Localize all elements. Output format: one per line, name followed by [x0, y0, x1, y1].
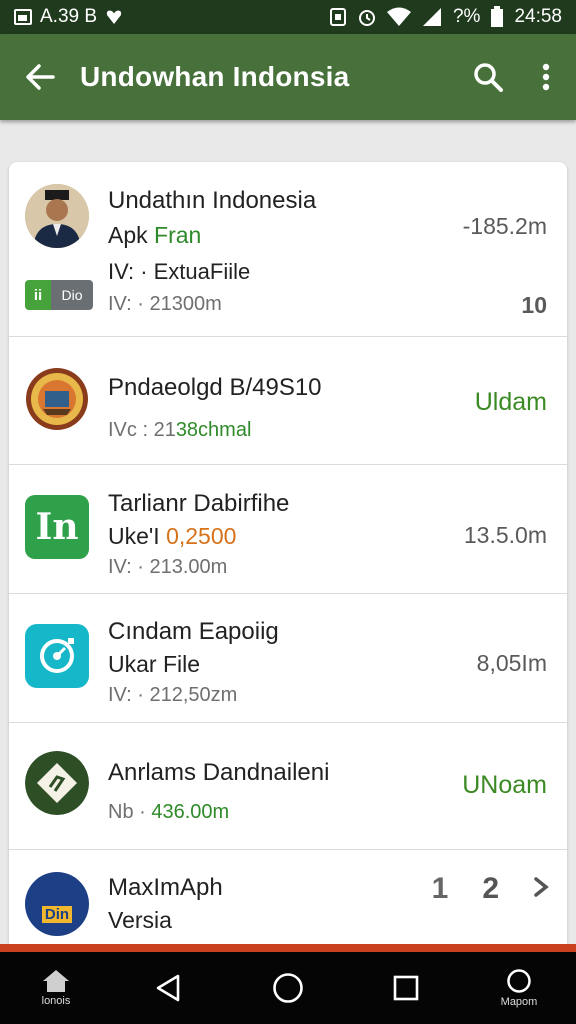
item-title: Undathın Indonesia	[108, 187, 317, 214]
back-nav-button[interactable]	[147, 952, 189, 1024]
scroll-edge	[0, 944, 576, 952]
item-badge: ii Dio	[25, 280, 93, 310]
circle-account-icon	[507, 969, 531, 993]
home-nav-button[interactable]	[266, 952, 310, 1024]
item-size: 8,05Im	[476, 650, 547, 676]
search-button[interactable]	[460, 34, 516, 120]
item-subtitle-a: Apk	[108, 222, 155, 248]
search-icon	[474, 63, 503, 92]
status-bar: A.39 B ?% 24:58	[0, 0, 576, 34]
list-item[interactable]: Pndaeolgd B/49S10 IVc : 2138chmal Uldam	[9, 337, 567, 465]
item-meta-b: 38chmal	[175, 419, 252, 441]
item-meta: IV: · 212,50zm	[108, 684, 238, 706]
item-count: 10	[521, 292, 547, 318]
app-bar: Undowhan Indonsia	[0, 34, 576, 120]
more-options-button[interactable]	[516, 34, 576, 120]
item-status: UNoam	[462, 771, 547, 799]
item-title: Pndaeolgd B/49S10	[108, 374, 322, 401]
more-vert-icon	[542, 63, 550, 91]
square-recents-icon	[393, 975, 419, 1001]
item-meta-a: Nb ·	[108, 801, 146, 823]
sim-icon	[329, 8, 346, 26]
item-meta: IVc : 2138chmal	[108, 419, 251, 442]
seal-emblem-icon	[25, 367, 89, 431]
status-left: A.39 B	[14, 6, 123, 28]
item-subtitle: Apk Fran	[108, 222, 201, 249]
book-app-icon-text: Din	[41, 906, 73, 923]
person-avatar-icon	[25, 184, 89, 248]
item-subtitle-b: 0,2500	[166, 523, 237, 549]
arrow-left-icon	[26, 64, 55, 90]
item-status: Uldam	[474, 388, 547, 416]
diamond-leaf-icon	[25, 751, 89, 815]
nav-left-button[interactable]: lonois	[30, 952, 82, 1024]
page-title: Undowhan Indonsia	[80, 61, 350, 92]
battery-percent: ?%	[452, 6, 481, 27]
pager: 1 2	[432, 872, 549, 906]
item-title: Cındam Eapoiig	[108, 618, 279, 645]
signal-icon	[422, 8, 441, 26]
status-left-text: A.39 B	[40, 6, 98, 27]
item-size: -185.2m	[462, 213, 547, 239]
item-subtitle: Uke'I 0,2500	[108, 523, 236, 550]
item-meta-a: IVc : 21	[108, 419, 176, 441]
results-card: Undathın Indonesia Apk Fran IV: · ExtuaF…	[9, 162, 567, 962]
heart-notification-icon	[106, 10, 122, 24]
nav-left-label: lonois	[41, 995, 71, 1007]
item-subtitle: Ukar File	[108, 651, 201, 677]
item-subtitle: Versia	[108, 907, 172, 933]
list-item[interactable]: In Tarlianr Dabirfihe Uke'I 0,2500 IV: ·…	[9, 465, 567, 594]
status-time: 24:58	[514, 6, 562, 27]
timer-app-icon	[25, 624, 89, 688]
navigation-bar: lonois Mapom	[0, 952, 576, 1024]
item-meta: IV: · 213.00m	[108, 556, 228, 578]
item-meta-b: 436.00m	[151, 801, 230, 823]
list-item[interactable]: Anrlams Dandnaileni Nb · 436.00m UNoam	[9, 723, 567, 850]
recents-nav-button[interactable]	[385, 952, 427, 1024]
item-subtitle-b: Fran	[154, 222, 202, 248]
home-icon	[43, 970, 69, 992]
in-app-icon: In	[25, 495, 89, 559]
back-button[interactable]	[0, 34, 80, 120]
item-title: Tarlianr Dabirfihe	[108, 490, 290, 517]
item-size: 13.5.0m	[463, 522, 547, 548]
badge-a: ii	[25, 280, 51, 310]
item-meta: IV: · 21300m	[108, 293, 222, 315]
battery-icon	[491, 6, 504, 27]
nav-right-label: Mapom	[500, 996, 538, 1008]
in-app-icon-text: In	[35, 506, 79, 548]
item-title: MaxImAph	[108, 874, 223, 901]
item-meta: Nb · 436.00m	[108, 801, 229, 824]
circle-home-icon	[273, 973, 303, 1003]
nav-right-button[interactable]: Mapom	[492, 952, 546, 1024]
item-title: Anrlams Dandnaileni	[108, 759, 330, 786]
wifi-icon	[386, 7, 411, 26]
list-item[interactable]: Cındam Eapoiig Ukar File IV: · 212,50zm …	[9, 594, 567, 723]
alarm-icon	[358, 10, 375, 26]
chevron-right-icon[interactable]	[533, 872, 549, 902]
badge-b: Dio	[51, 280, 93, 310]
book-app-icon: Din	[25, 872, 89, 936]
list-item[interactable]: Undathın Indonesia Apk Fran IV: · ExtuaF…	[9, 162, 567, 337]
page-2-button[interactable]: 2	[482, 872, 499, 906]
page-1-button[interactable]: 1	[432, 872, 449, 906]
triangle-back-icon	[156, 974, 180, 1002]
status-right: ?% 24:58	[329, 6, 562, 28]
photo-notification-icon	[14, 9, 32, 25]
item-subtitle-a: Uke'I	[108, 523, 167, 549]
item-type: IV: · ExtuaFiile	[108, 259, 251, 284]
